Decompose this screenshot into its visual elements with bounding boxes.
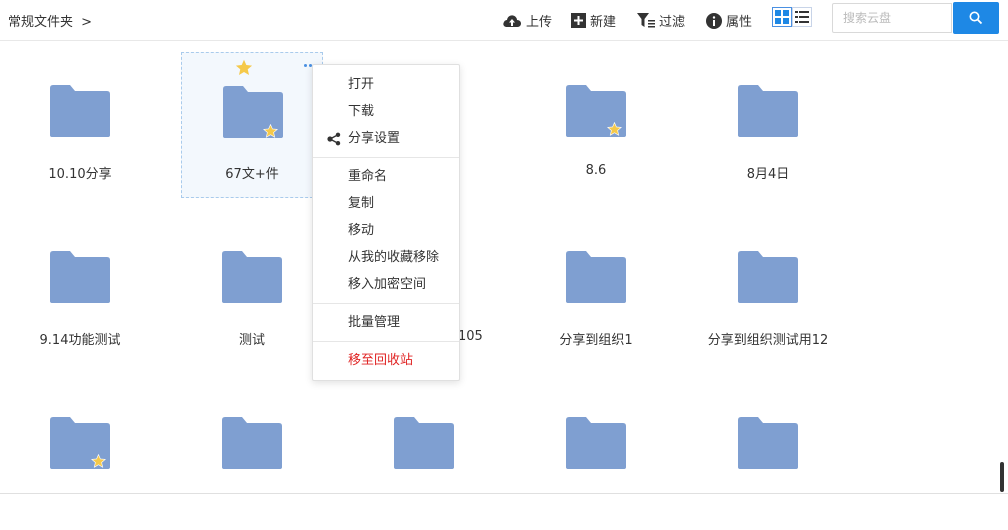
folder-item[interactable]: 分享到组织测试用12 [697,218,839,364]
menu-divider [313,341,459,342]
folder-name: 9.14功能测试 [39,333,121,348]
list-icon [795,11,809,23]
menu-item-move[interactable]: 移动 [313,217,459,244]
folder-icon [738,417,798,469]
folder-item[interactable] [181,384,323,530]
cloud-upload-icon [503,14,521,27]
filter-button[interactable]: 过滤 [637,11,685,30]
properties-label: 属性 [726,15,753,30]
grid-icon [775,10,789,24]
folder-icon [222,417,282,469]
folder-item[interactable]: 8月4日 [697,52,839,198]
share-icon [327,132,341,146]
menu-item-share-settings-label: 分享设置 [348,131,401,146]
folder-name: 10.10分享 [48,167,112,182]
folder-item[interactable]: 分享到组织1 [525,218,667,364]
breadcrumb-separator: > [81,15,93,30]
folder-name: 分享到组织测试用12 [707,333,829,348]
context-menu: 打开 下载 分享设置 重命名 复制 移动 从我的收藏移除 移入加密空间 批量管理… [312,64,460,381]
breadcrumb-label[interactable]: 常规文件夹 [8,15,73,30]
search-button[interactable] [953,2,999,34]
list-view-button[interactable] [792,7,812,27]
bottom-divider [0,493,1008,494]
folder-icon [738,251,798,303]
folder-name: 测试 [238,333,265,348]
folder-item[interactable]: 9.14功能测试 [9,218,151,364]
folder-item[interactable]: 10.10分享 [9,52,151,198]
menu-divider [313,303,459,304]
upload-label: 上传 [526,15,553,30]
upload-button[interactable]: 上传 [502,11,552,30]
folder-icon [566,251,626,303]
filter-label: 过滤 [659,15,686,30]
breadcrumb[interactable]: 常规文件夹 > [8,11,92,30]
menu-item-move-to-trash[interactable]: 移至回收站 [313,347,459,374]
folder-icon [50,251,110,303]
folder-name: 8.6 [585,163,607,178]
folder-icon [738,85,798,137]
toolbar: 常规文件夹 > 上传 新建 过滤 属性 [0,0,1008,41]
star-badge-icon [607,122,622,136]
folder-item[interactable]: 8.6 [525,52,667,198]
folder-name: 67文+件 [225,167,279,182]
folder-icon [394,417,454,469]
menu-divider [313,157,459,158]
folder-name: 分享到组织1 [559,333,633,348]
folder-item[interactable] [9,384,151,530]
menu-item-share-settings[interactable]: 分享设置 [313,125,459,152]
folder-item[interactable] [353,384,495,530]
folder-icon [50,85,110,137]
folder-item[interactable] [525,384,667,530]
info-icon [706,12,722,29]
new-label: 新建 [590,15,617,30]
folder-icon [566,417,626,469]
favorite-star-icon[interactable] [235,59,253,76]
new-button[interactable]: 新建 [571,11,616,30]
menu-item-open[interactable]: 打开 [313,71,459,98]
properties-button[interactable]: 属性 [706,11,752,30]
star-badge-icon [263,124,278,138]
folder-item[interactable] [697,384,839,530]
folder-name: 105 [458,329,483,344]
scrollbar-thumb[interactable] [1000,462,1004,492]
grid-view-button[interactable] [772,7,792,27]
menu-item-download[interactable]: 下载 [313,98,459,125]
star-badge-icon [91,454,106,468]
view-toggle [772,7,812,27]
plus-square-icon [571,13,586,28]
folder-item[interactable]: 67文+件 [181,52,323,198]
menu-item-remove-from-favorites[interactable]: 从我的收藏移除 [313,244,459,271]
menu-item-rename[interactable]: 重命名 [313,163,459,190]
search-input[interactable] [832,3,952,33]
folder-item[interactable]: 测试 [181,218,323,364]
filter-icon [637,13,655,28]
folder-name: 8月4日 [746,167,790,182]
menu-item-move-to-private[interactable]: 移入加密空间 [313,271,459,298]
search-icon [969,11,983,25]
menu-item-batch-manage[interactable]: 批量管理 [313,309,459,336]
folder-icon [222,251,282,303]
menu-item-copy[interactable]: 复制 [313,190,459,217]
